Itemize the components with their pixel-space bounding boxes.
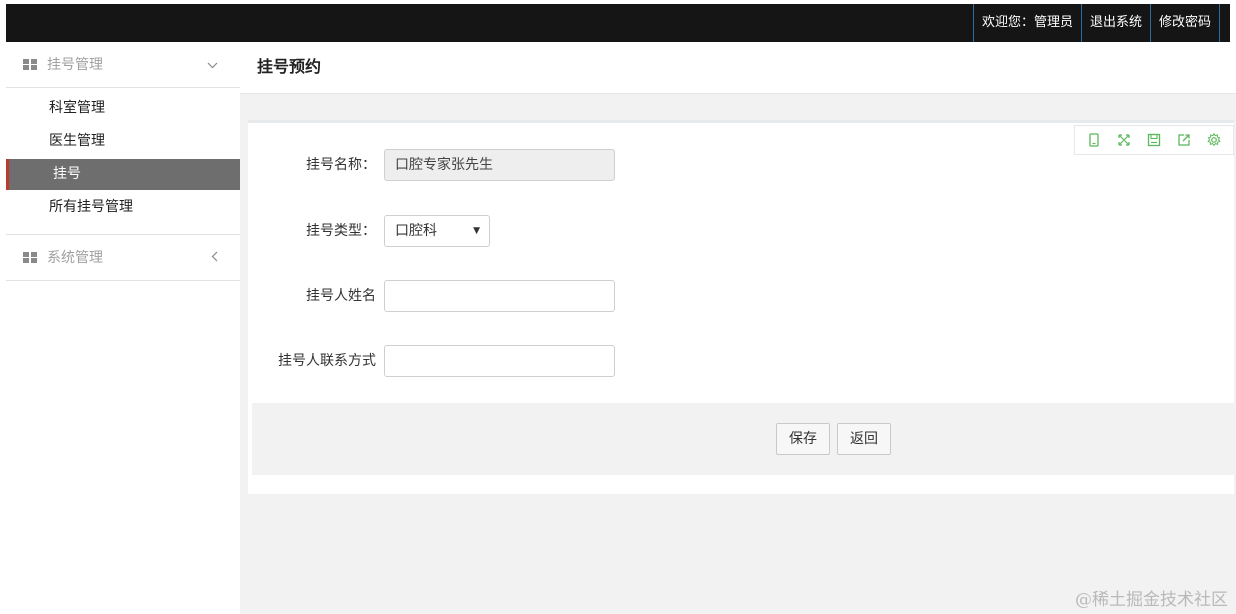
sidebar: 挂号管理 科室管理 医生管理 挂号 所有挂号管理 系统管理: [6, 42, 240, 614]
top-links: 欢迎您：管理员 退出系统 修改密码: [972, 4, 1220, 42]
sidebar-group-label: 挂号管理: [47, 57, 103, 73]
sidebar-group-label: 系统管理: [47, 250, 103, 266]
watermark: @稀土掘金技术社区: [1075, 590, 1228, 610]
contact-label: 挂号人联系方式: [278, 353, 376, 369]
export-icon[interactable]: [1176, 132, 1192, 148]
sidebar-group-system[interactable]: 系统管理: [6, 235, 240, 281]
back-button[interactable]: 返回: [837, 423, 891, 455]
save-button[interactable]: 保存: [776, 423, 830, 455]
name-label: 挂号名称：: [306, 157, 376, 173]
sidebar-item-departments[interactable]: 科室管理: [6, 92, 240, 125]
sidebar-item-all-registrations[interactable]: 所有挂号管理: [6, 191, 240, 224]
form-row-contact: 挂号人联系方式: [248, 345, 748, 377]
chevron-left-icon: [211, 235, 218, 281]
registration-name-field[interactable]: 口腔专家张先生: [384, 149, 615, 181]
welcome-text: 欢迎您：管理员: [972, 4, 1081, 42]
type-label: 挂号类型：: [306, 223, 376, 239]
page-header: 挂号预约: [240, 42, 1236, 94]
sidebar-group-registration[interactable]: 挂号管理: [6, 42, 240, 88]
save-icon[interactable]: [1146, 132, 1162, 148]
sidebar-item-registration[interactable]: 挂号: [6, 159, 240, 190]
contact-input[interactable]: [384, 345, 615, 377]
settings-icon[interactable]: [1206, 132, 1222, 148]
sidebar-submenu: 科室管理 医生管理 挂号 所有挂号管理: [6, 88, 240, 235]
page-title: 挂号预约: [257, 57, 322, 76]
form-row-name: 挂号名称： 口腔专家张先生: [248, 149, 748, 181]
patient-name-input[interactable]: [384, 280, 615, 312]
form-row-patient: 挂号人姓名: [248, 280, 748, 312]
form-row-type: 挂号类型： 口腔科 ▼: [248, 215, 748, 247]
patient-name-label: 挂号人姓名: [306, 288, 376, 304]
top-bar: 欢迎您：管理员 退出系统 修改密码: [6, 4, 1230, 42]
chevron-down-icon: [207, 42, 218, 88]
registration-type-select[interactable]: 口腔科 ▼: [384, 215, 490, 247]
form-panel: 挂号名称： 口腔专家张先生 挂号类型： 口腔科 ▼ 挂号人姓名 挂号人联系方式 …: [248, 120, 1234, 494]
grid-icon: [23, 59, 37, 70]
grid-icon: [23, 252, 37, 263]
registration-type-value: 口腔科: [395, 223, 437, 239]
change-password-link[interactable]: 修改密码: [1149, 4, 1220, 42]
panel-toolbar: [1074, 125, 1234, 155]
main-content: 挂号预约 挂号名称： 口腔专家张先生 挂号类型： 口腔科 ▼ 挂号人姓名 挂号人…: [240, 42, 1236, 614]
logout-link[interactable]: 退出系统: [1080, 4, 1150, 42]
button-bar: 保存 返回: [252, 403, 1234, 475]
caret-down-icon: ▼: [473, 226, 480, 236]
sidebar-item-doctors[interactable]: 医生管理: [6, 125, 240, 158]
mobile-icon[interactable]: [1086, 132, 1102, 148]
fullscreen-icon[interactable]: [1116, 132, 1132, 148]
